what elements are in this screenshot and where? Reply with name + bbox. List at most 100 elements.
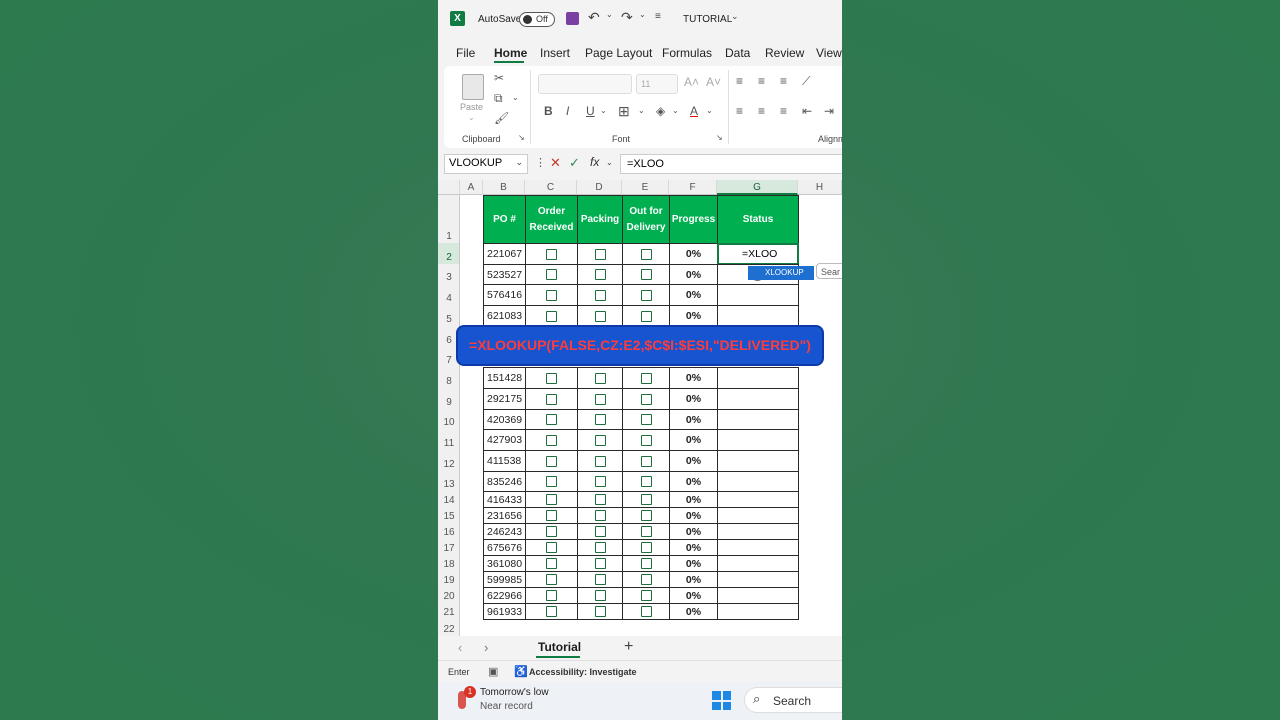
checkbox-cell[interactable] bbox=[622, 571, 670, 588]
checkbox-cell[interactable] bbox=[577, 471, 623, 492]
checkbox[interactable] bbox=[546, 494, 557, 505]
checkbox-cell[interactable] bbox=[577, 571, 623, 588]
checkbox-cell[interactable] bbox=[622, 555, 670, 572]
row-header-12[interactable]: 12 bbox=[438, 450, 460, 471]
checkbox[interactable] bbox=[594, 510, 606, 521]
po-number-cell[interactable]: 621083 bbox=[483, 305, 526, 327]
checkbox-cell[interactable] bbox=[525, 471, 578, 492]
align-left-icon[interactable]: ≡ bbox=[736, 104, 743, 118]
progress-cell[interactable]: 0% bbox=[669, 409, 718, 430]
tab-data[interactable]: Data bbox=[725, 46, 750, 60]
checkbox-cell[interactable] bbox=[577, 243, 623, 265]
document-title[interactable]: TUTORIAL bbox=[683, 14, 732, 25]
checkbox-cell[interactable] bbox=[577, 264, 623, 285]
save-icon[interactable] bbox=[566, 12, 579, 25]
autosave-toggle[interactable]: Off bbox=[519, 12, 555, 27]
checkbox-cell[interactable] bbox=[525, 491, 578, 508]
row-header-20[interactable]: 20 bbox=[438, 587, 460, 603]
name-box-dropdown-icon[interactable]: ⌄ bbox=[515, 157, 523, 168]
po-number-cell[interactable]: 961933 bbox=[483, 603, 526, 620]
checkbox[interactable] bbox=[640, 494, 652, 505]
undo-icon[interactable]: ↶ bbox=[588, 9, 600, 26]
po-number-cell[interactable]: 151428 bbox=[483, 367, 526, 389]
column-header-h[interactable]: H bbox=[798, 180, 842, 195]
checkbox[interactable] bbox=[594, 558, 606, 569]
row-header-18[interactable]: 18 bbox=[438, 555, 460, 571]
row-header-17[interactable]: 17 bbox=[438, 539, 460, 555]
row-header-9[interactable]: 9 bbox=[438, 388, 460, 409]
fill-color-icon[interactable]: ◈ bbox=[656, 104, 665, 118]
checkbox-cell[interactable] bbox=[577, 603, 623, 620]
checkbox[interactable] bbox=[546, 574, 557, 585]
checkbox[interactable] bbox=[594, 606, 606, 617]
status-cell[interactable] bbox=[717, 450, 799, 472]
po-number-cell[interactable]: 292175 bbox=[483, 388, 526, 410]
status-cell[interactable] bbox=[717, 284, 799, 306]
checkbox-cell[interactable] bbox=[577, 450, 623, 472]
checkbox-cell[interactable] bbox=[525, 305, 578, 327]
row-header-2[interactable]: 2 bbox=[438, 243, 460, 264]
orientation-icon[interactable]: ⟋ bbox=[802, 74, 810, 89]
table-header-cell[interactable]: Order Received bbox=[525, 195, 578, 244]
taskbar-search[interactable]: ⌕ Search bbox=[744, 687, 842, 713]
checkbox-cell[interactable] bbox=[622, 471, 670, 492]
checkbox[interactable] bbox=[640, 476, 652, 487]
progress-cell[interactable]: 0% bbox=[669, 264, 718, 285]
row-header-22[interactable]: 22 bbox=[438, 619, 460, 636]
checkbox-cell[interactable] bbox=[525, 264, 578, 285]
tab-formulas[interactable]: Formulas bbox=[662, 46, 712, 60]
checkbox-cell[interactable] bbox=[622, 507, 670, 524]
po-number-cell[interactable]: 675676 bbox=[483, 539, 526, 556]
increase-font-icon[interactable]: A˄ bbox=[684, 75, 699, 89]
status-cell[interactable] bbox=[717, 409, 799, 430]
borders-dropdown-icon[interactable]: ⌄ bbox=[638, 106, 645, 115]
row-header-15[interactable]: 15 bbox=[438, 507, 460, 523]
checkbox[interactable] bbox=[640, 248, 652, 260]
progress-cell[interactable]: 0% bbox=[669, 284, 718, 306]
checkbox-cell[interactable] bbox=[622, 388, 670, 410]
checkbox-cell[interactable] bbox=[622, 523, 670, 540]
checkbox-cell[interactable] bbox=[577, 367, 623, 389]
checkbox[interactable] bbox=[594, 310, 606, 322]
checkbox-cell[interactable] bbox=[525, 555, 578, 572]
copy-dropdown-icon[interactable]: ⌄ bbox=[512, 93, 519, 102]
checkbox[interactable] bbox=[640, 606, 652, 617]
underline-dropdown-icon[interactable]: ⌄ bbox=[600, 106, 607, 115]
add-sheet-button[interactable]: + bbox=[624, 638, 633, 656]
table-header-cell[interactable]: Out for Delivery bbox=[622, 195, 670, 244]
status-cell[interactable] bbox=[717, 429, 799, 451]
status-cell[interactable] bbox=[717, 587, 799, 604]
checkbox-cell[interactable] bbox=[577, 305, 623, 327]
checkbox-cell[interactable] bbox=[525, 603, 578, 620]
clipboard-launcher-icon[interactable]: ↘ bbox=[518, 133, 525, 142]
checkbox[interactable] bbox=[546, 434, 557, 446]
po-number-cell[interactable]: 427903 bbox=[483, 429, 526, 451]
checkbox-cell[interactable] bbox=[622, 243, 670, 265]
font-color-dropdown-icon[interactable]: ⌄ bbox=[706, 106, 713, 115]
macro-record-icon[interactable]: ▣ bbox=[488, 665, 498, 678]
checkbox[interactable] bbox=[640, 393, 652, 405]
po-number-cell[interactable]: 576416 bbox=[483, 284, 526, 306]
checkbox-cell[interactable] bbox=[577, 523, 623, 540]
font-color-icon[interactable]: A bbox=[690, 104, 698, 118]
status-cell[interactable] bbox=[717, 471, 799, 492]
row-header-8[interactable]: 8 bbox=[438, 367, 460, 388]
checkbox-cell[interactable] bbox=[525, 587, 578, 604]
search-hint[interactable]: Sear bbox=[816, 263, 842, 279]
confirm-entry-icon[interactable]: ✓ bbox=[569, 155, 580, 171]
redo-dropdown-icon[interactable]: ⌄ bbox=[639, 10, 646, 19]
table-header-cell[interactable]: Packing bbox=[577, 195, 623, 244]
row-header-13[interactable]: 13 bbox=[438, 471, 460, 491]
spreadsheet-grid[interactable]: ABCDEFGH 1 2 3 4 5 6 7 8 9 10 11 12 13 14 15 16 17 18 19 20… bbox=[438, 180, 842, 636]
row-header-14[interactable]: 14 bbox=[438, 491, 460, 507]
format-painter-icon[interactable]: 🖌 bbox=[494, 111, 509, 125]
cut-icon[interactable]: ✂ bbox=[494, 71, 504, 85]
status-cell[interactable] bbox=[717, 571, 799, 588]
checkbox[interactable] bbox=[594, 393, 606, 405]
po-number-cell[interactable]: 221067 bbox=[483, 243, 526, 265]
font-launcher-icon[interactable]: ↘ bbox=[716, 133, 723, 142]
checkbox[interactable] bbox=[594, 269, 606, 280]
insert-function-icon[interactable]: fx bbox=[590, 155, 599, 169]
progress-cell[interactable]: 0% bbox=[669, 491, 718, 508]
checkbox[interactable] bbox=[546, 414, 557, 425]
